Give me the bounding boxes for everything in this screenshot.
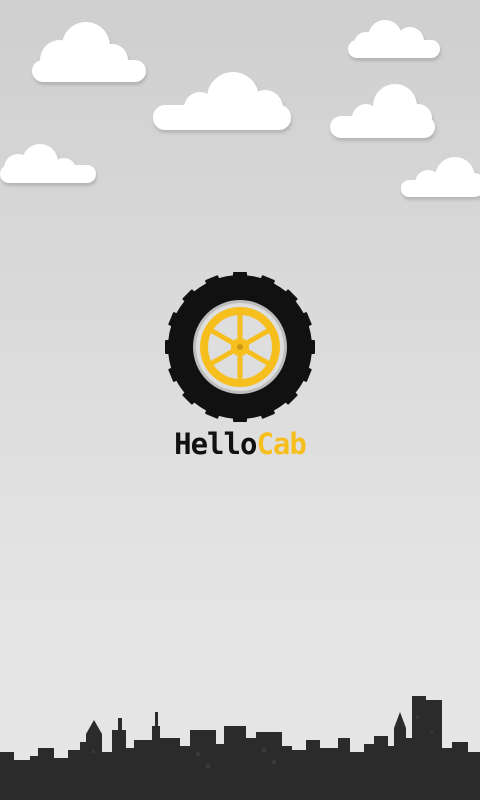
city-skyline: [0, 696, 480, 800]
cloud: [401, 157, 480, 197]
brand-wordmark: HelloCab: [0, 427, 480, 461]
clouds-background: [0, 20, 480, 197]
wheel-icon: [165, 272, 315, 422]
cloud: [330, 84, 435, 138]
cloud: [348, 20, 440, 58]
brand-part-hello: Hello: [174, 427, 257, 461]
brand-part-cab: Cab: [256, 427, 306, 461]
cloud: [153, 72, 291, 130]
cloud: [32, 22, 146, 82]
cloud: [0, 144, 96, 183]
app-logo: [165, 272, 315, 422]
